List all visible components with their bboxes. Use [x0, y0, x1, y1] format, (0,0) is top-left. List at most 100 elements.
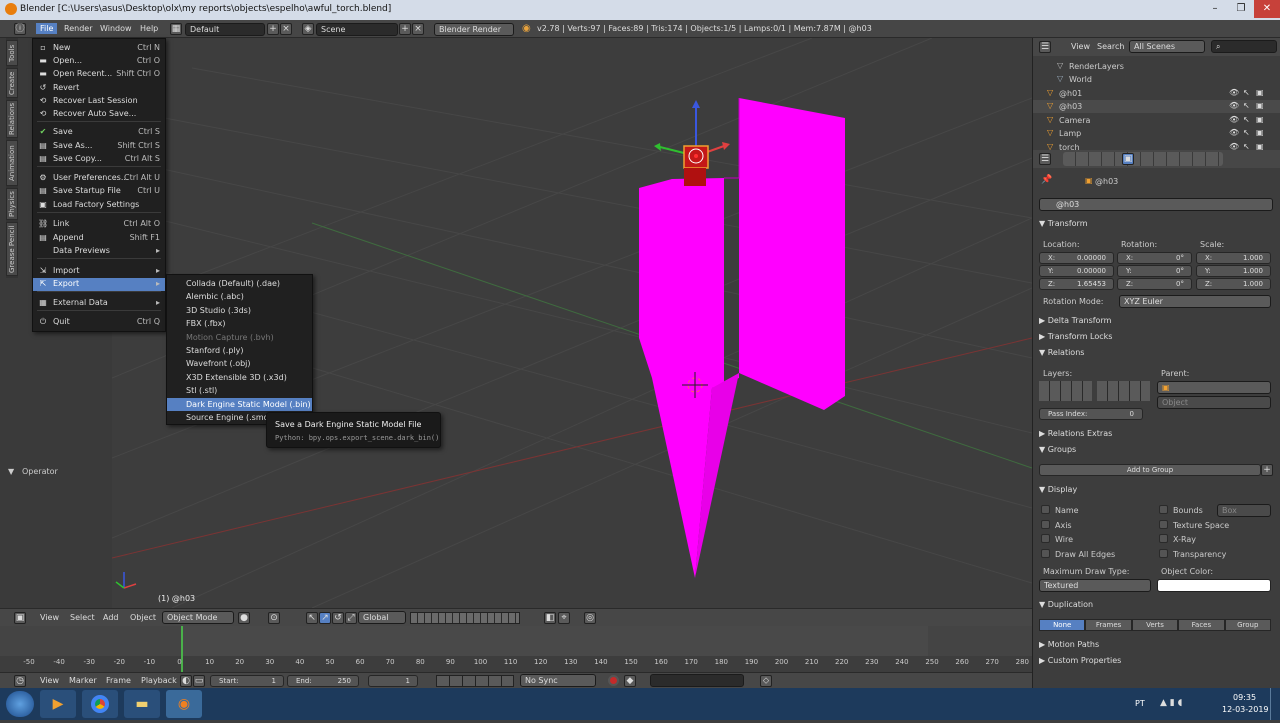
snap-icon[interactable]: ⌖ [558, 612, 570, 624]
max-draw-type-select[interactable]: Textured [1039, 579, 1151, 592]
layers-grid-1[interactable] [1039, 381, 1092, 401]
parent-field[interactable]: ▣ [1157, 381, 1271, 394]
timeline-editor-icon[interactable]: ◷ [14, 675, 26, 687]
rotation-z-field[interactable]: Z: 0° [1117, 278, 1192, 290]
file-menu-item-append[interactable]: ▤ Append Shift F1 [33, 232, 165, 245]
close-button[interactable]: ✕ [1254, 0, 1280, 18]
file-menu-item-new[interactable]: ▫ New Ctrl N [33, 42, 165, 55]
visibility-eye-icon[interactable]: 👁 [1229, 128, 1239, 137]
timeline-editor[interactable]: -50 -40 -30 -20 -10 0 10 20 30 40 50 60 70 80 90 100 110… [0, 626, 1032, 672]
explorer-icon[interactable]: ▬ [124, 690, 160, 718]
tab-relations[interactable]: Relations [6, 100, 18, 138]
tray-icons[interactable]: ▲ ▮ ◖ [1160, 698, 1182, 708]
blender-taskbar-icon[interactable]: ◉ [166, 690, 202, 718]
layer-buttons[interactable] [410, 612, 520, 624]
file-menu-item-open-recent[interactable]: ▬ Open Recent... Shift Ctrl O [33, 68, 165, 81]
display-check-texture-space[interactable]: Texture Space [1159, 519, 1269, 531]
preview-range-icon[interactable]: ◐ [180, 675, 192, 687]
file-menu-item-save-copy[interactable]: ▤ Save Copy... Ctrl Alt S [33, 153, 165, 166]
pin-icon[interactable]: 📌 [1041, 175, 1052, 185]
render-camera-icon[interactable]: ▣ [1256, 101, 1264, 110]
start-frame-field[interactable]: Start: 1 [210, 675, 284, 687]
scale-icon[interactable]: ⤢ [345, 612, 357, 624]
scale-z-field[interactable]: Z: 1.000 [1196, 278, 1271, 290]
export-item-7[interactable]: X3D Extensible 3D (.x3d) [167, 371, 312, 384]
checkbox[interactable] [1159, 519, 1168, 529]
viewport-menu-select[interactable]: Select [66, 612, 99, 623]
tab-grease-pencil[interactable]: Grease Pencil [6, 222, 18, 276]
lock-icon[interactable]: ▭ [193, 675, 205, 687]
checkbox[interactable] [1159, 505, 1168, 514]
file-menu-item-load-factory-settings[interactable]: ▣ Load Factory Settings [33, 199, 165, 212]
export-item-1[interactable]: Alembic (.abc) [167, 290, 312, 303]
record-button[interactable] [608, 675, 619, 686]
render-preview-icon[interactable]: ◧ [544, 612, 556, 624]
render-camera-icon[interactable]: ▣ [1256, 115, 1264, 124]
menu-help[interactable]: Help [136, 23, 162, 34]
orientation-select[interactable]: Global [358, 611, 406, 624]
checkbox[interactable] [1159, 534, 1168, 543]
display-check-transparency[interactable]: Transparency [1159, 548, 1269, 560]
render-camera-icon[interactable]: ▣ [1256, 88, 1264, 97]
mode-select[interactable]: Object Mode [162, 611, 234, 624]
file-menu-item-data-previews[interactable]: Data Previews ▸ [33, 245, 165, 258]
tab-tools[interactable]: Tools [6, 40, 18, 66]
outliner-item-6[interactable]: ▽ Lamp 👁 ↖ ▣ [1033, 127, 1280, 140]
scale-y-field[interactable]: Y: 1.000 [1196, 265, 1271, 277]
keying-icon[interactable]: ◆ [624, 675, 636, 687]
duplication-group[interactable]: Group [1224, 619, 1271, 631]
proportional-icon[interactable]: ◎ [584, 612, 596, 624]
relations-extras-header[interactable]: ▶ Relations Extras [1039, 427, 1275, 441]
duplication-none[interactable]: None [1039, 619, 1086, 631]
properties-editor[interactable]: ☰ ▣ 📌 ▣ @h03 @h03 ▼ Transform Location: … [1032, 150, 1280, 688]
editor-type-icon[interactable]: ⓘ [14, 23, 26, 35]
outliner-search-input[interactable]: ⌕ [1211, 40, 1277, 53]
selectable-cursor-icon[interactable]: ↖ [1243, 128, 1250, 137]
current-frame-field[interactable]: 1 [368, 675, 418, 687]
outliner-menu-search[interactable]: Search [1093, 41, 1128, 52]
export-item-2[interactable]: 3D Studio (.3ds) [167, 304, 312, 317]
file-menu-item-export[interactable]: ⇱ Export ▸ [33, 278, 165, 291]
timeline-menu-frame[interactable]: Frame [102, 675, 135, 686]
outliner-editor-icon[interactable]: ☰ [1039, 41, 1051, 53]
checkbox[interactable] [1159, 548, 1168, 558]
display-check-name[interactable]: Name [1041, 504, 1151, 516]
pivot-icon[interactable]: ⊙ [268, 612, 280, 624]
layout-grid-icon[interactable]: ▦ [170, 23, 182, 35]
checkbox[interactable] [1041, 519, 1050, 529]
motion-paths-header[interactable]: ▶ Motion Paths [1039, 638, 1275, 652]
outliner-item-1[interactable]: ▽ RenderLayers [1033, 60, 1280, 73]
outliner-item-7[interactable]: ▽ torch 👁 ↖ ▣ [1033, 141, 1280, 151]
outliner-menu-view[interactable]: View [1067, 41, 1094, 52]
file-menu-item-user-preferences[interactable]: ⚙ User Preferences... Ctrl Alt U [33, 172, 165, 185]
display-panel-header[interactable]: ▼ Display [1039, 483, 1275, 497]
torch-mesh[interactable] [639, 98, 845, 578]
file-menu-item-recover-last-session[interactable]: ⟲ Recover Last Session [33, 95, 165, 108]
manipulator-icon[interactable]: ↖ [306, 612, 318, 624]
checkbox[interactable] [1041, 534, 1050, 543]
file-menu-item-revert[interactable]: ↺ Revert [33, 82, 165, 95]
duplication-verts[interactable]: Verts [1131, 619, 1179, 631]
scale-x-field[interactable]: X: 1.000 [1196, 252, 1271, 264]
groups-panel-header[interactable]: ▼ Groups [1039, 443, 1275, 457]
pass-index-field[interactable]: Pass Index: 0 [1039, 408, 1143, 420]
file-menu-item-external-data[interactable]: ▦ External Data ▸ [33, 297, 165, 310]
properties-editor-icon[interactable]: ☰ [1039, 153, 1051, 165]
file-menu-item-save-startup-file[interactable]: ▤ Save Startup File Ctrl U [33, 185, 165, 198]
rotation-mode-select[interactable]: XYZ Euler [1119, 295, 1271, 308]
viewport-menu-add[interactable]: Add [99, 612, 123, 623]
display-check-axis[interactable]: Axis [1041, 519, 1151, 531]
add-to-group-button[interactable]: Add to Group [1039, 464, 1261, 476]
transform-panel-header[interactable]: ▼ Transform [1039, 217, 1275, 231]
outliner-filter-select[interactable]: All Scenes [1129, 40, 1205, 53]
menu-render[interactable]: Render [60, 23, 96, 34]
maximize-button[interactable]: ❐ [1228, 0, 1254, 18]
duplication-panel-header[interactable]: ▼ Duplication [1039, 598, 1275, 612]
group-add-icon[interactable]: + [1261, 464, 1273, 476]
export-item-9[interactable]: Dark Engine Static Model (.bin) [167, 397, 312, 411]
tab-create[interactable]: Create [6, 68, 18, 98]
display-check-x-ray[interactable]: X-Ray [1159, 533, 1269, 545]
visibility-eye-icon[interactable]: 👁 [1229, 142, 1239, 151]
tab-animation[interactable]: Animation [6, 140, 18, 186]
transform-locks-header[interactable]: ▶ Transform Locks [1039, 330, 1275, 344]
